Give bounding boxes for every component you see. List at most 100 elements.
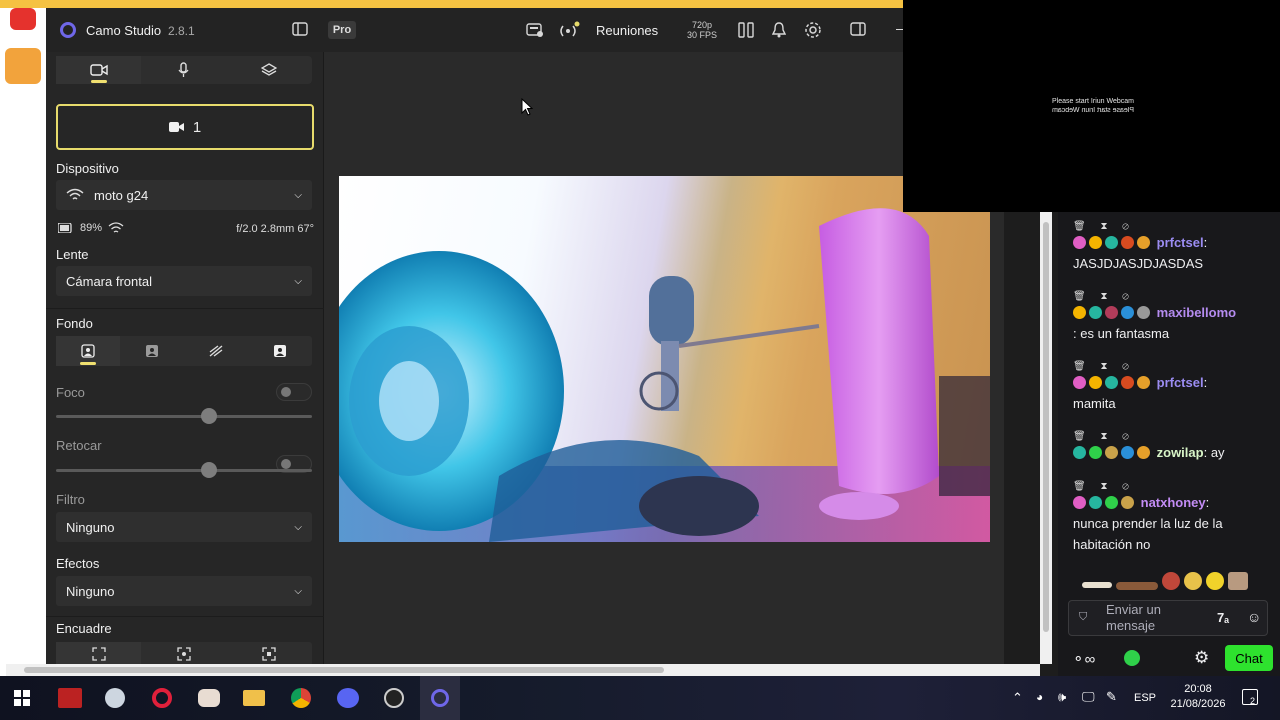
- background-remove-option[interactable]: [184, 336, 248, 366]
- chat-username[interactable]: zowilap: [1157, 445, 1204, 460]
- background-blur-option[interactable]: [120, 336, 184, 366]
- obs-icon[interactable]: [374, 676, 414, 720]
- chat-text: nunca prender la luz de la habitación no: [1073, 516, 1223, 552]
- pen-icon[interactable]: ✎: [1106, 689, 1117, 704]
- browser-app-icon: [10, 8, 36, 30]
- mod-actions-icon[interactable]: 🗑 ⧗ ⊘: [1073, 476, 1273, 492]
- battery-level: 89%: [80, 222, 103, 234]
- focus-slider-knob[interactable]: [201, 408, 217, 424]
- notification-center-icon[interactable]: 2: [1242, 689, 1258, 706]
- clock[interactable]: 20:08 21/08/2026: [1166, 682, 1230, 712]
- show-hidden-icons-icon[interactable]: ⌃: [1012, 690, 1023, 705]
- filter-label: Filtro: [56, 492, 85, 507]
- chat-username[interactable]: maxibellomo: [1157, 305, 1236, 320]
- framing-label: Encuadre: [56, 621, 112, 636]
- sidebar-tabs: [56, 56, 312, 84]
- mod-actions-icon[interactable]: 🗑 ⧗ ⊘: [1073, 356, 1273, 372]
- chat-username[interactable]: prfctsel: [1157, 375, 1204, 390]
- camera-source-button[interactable]: 1: [56, 104, 314, 150]
- device-value: moto g24: [94, 187, 149, 203]
- focus-label: Foco: [56, 385, 85, 400]
- tab-layers[interactable]: [227, 56, 312, 84]
- extension-icon[interactable]: [1124, 650, 1140, 666]
- mod-actions-icon[interactable]: 🗑 ⧗ ⊘: [1073, 286, 1273, 302]
- mod-actions-icon[interactable]: 🗑 ⧗ ⊘: [1073, 426, 1273, 442]
- steam-icon[interactable]: [95, 676, 135, 720]
- background-label: Fondo: [56, 316, 93, 331]
- filter-select[interactable]: Ninguno ⌵: [56, 512, 312, 542]
- notifications-icon[interactable]: [772, 22, 786, 38]
- background-none-option[interactable]: [56, 336, 120, 366]
- horizontal-scroll-thumb[interactable]: [24, 667, 664, 673]
- background-replace-option[interactable]: [248, 336, 312, 366]
- sidebar-toggle-icon[interactable]: [292, 22, 308, 36]
- video-camera-icon: [89, 64, 108, 76]
- vertical-scroll-thumb[interactable]: [1043, 222, 1049, 632]
- chat-username[interactable]: natxhoney: [1141, 495, 1206, 510]
- chevron-down-icon: ⌵: [294, 521, 302, 533]
- panel-toggle-icon[interactable]: [850, 22, 866, 36]
- lens-select[interactable]: Cámara frontal ⌵: [56, 266, 312, 296]
- settings-sidebar: 1 Dispositivo moto g24 ⌵ 89% f/2.0 2.8mm…: [46, 52, 324, 668]
- emoji-icon[interactable]: ☺: [1247, 609, 1261, 625]
- retouch-slider-knob[interactable]: [201, 462, 217, 478]
- volume-icon[interactable]: 🕪: [1058, 689, 1066, 704]
- translate-icon[interactable]: 7ₐ: [1217, 610, 1229, 625]
- windows-taskbar: ⌃ ◕ 🕪 🖵 ✎ ESP 20:08 21/08/2026 2: [0, 676, 1280, 720]
- camera-preview: [339, 176, 990, 542]
- windows-start-icon[interactable]: [2, 676, 42, 720]
- opera-gx-icon[interactable]: [142, 676, 182, 720]
- voicemeeter-icon[interactable]: [50, 676, 90, 720]
- battery-icon: [58, 223, 72, 233]
- person-icon: [81, 344, 95, 358]
- vertical-scrollbar[interactable]: [1040, 212, 1052, 664]
- microphone-icon: [178, 62, 189, 77]
- chat-send-button[interactable]: Chat: [1225, 645, 1273, 671]
- language-indicator[interactable]: ESP: [1134, 691, 1156, 706]
- pro-badge: Pro: [328, 21, 356, 39]
- focus-slider[interactable]: [56, 408, 312, 424]
- mod-actions-icon[interactable]: 🗑 ⧗ ⊘: [1073, 216, 1273, 232]
- retouch-label: Retocar: [56, 438, 102, 453]
- device-select[interactable]: moto g24 ⌵: [56, 180, 312, 210]
- chrome-icon[interactable]: [281, 676, 321, 720]
- camera-number: 1: [192, 118, 202, 136]
- app-icon[interactable]: [189, 676, 229, 720]
- discord-tray-icon[interactable]: ◕: [1036, 690, 1043, 705]
- shield-icon[interactable]: ⛉: [1079, 611, 1087, 624]
- chat-text: mamita: [1073, 396, 1116, 411]
- framing-selector: [56, 642, 312, 666]
- background-mode-selector: [56, 336, 312, 366]
- camo-taskbar-icon[interactable]: [420, 676, 460, 720]
- chat-input[interactable]: ⛉ Enviar un mensaje 7ₐ ☺: [1068, 600, 1268, 636]
- chat-settings-icon[interactable]: ⚙: [1194, 648, 1209, 668]
- file-explorer-icon[interactable]: [234, 676, 274, 720]
- settings-icon[interactable]: [804, 21, 822, 39]
- effects-select[interactable]: Ninguno ⌵: [56, 576, 312, 606]
- chevron-down-icon: ⌵: [294, 585, 302, 597]
- overlay-icon[interactable]: [526, 22, 544, 38]
- scene-name[interactable]: Reuniones: [596, 23, 658, 38]
- network-icon[interactable]: 🖵: [1082, 689, 1095, 704]
- title-bar: Camo Studio 2.8.1 Pro Reuniones 720p 30 …: [46, 8, 1004, 52]
- frame-center-icon: [262, 647, 276, 661]
- focus-toggle[interactable]: [276, 383, 312, 401]
- discord-icon[interactable]: [328, 676, 368, 720]
- framing-manual-option[interactable]: [56, 642, 142, 666]
- layout-icon[interactable]: [738, 22, 754, 38]
- framing-center-option[interactable]: [227, 642, 312, 666]
- layers-icon: [261, 63, 278, 76]
- iriun-message: Please start Iriun Webcam: [1052, 98, 1134, 105]
- broadcast-icon[interactable]: [558, 21, 580, 39]
- lens-label: Lente: [56, 247, 89, 262]
- tab-video[interactable]: [56, 56, 142, 84]
- chevron-down-icon: ⌵: [294, 189, 302, 201]
- framing-auto-option[interactable]: [141, 642, 226, 666]
- chat-username[interactable]: prfctsel: [1157, 235, 1204, 250]
- tab-audio[interactable]: [141, 56, 226, 84]
- chat-text: JASJDJASJDJASDAS: [1073, 256, 1204, 271]
- effects-label: Efectos: [56, 556, 100, 571]
- retouch-slider[interactable]: [56, 462, 312, 478]
- channel-points-icon[interactable]: ⚬∞: [1072, 650, 1095, 668]
- resolution-label: 720p: [691, 20, 713, 30]
